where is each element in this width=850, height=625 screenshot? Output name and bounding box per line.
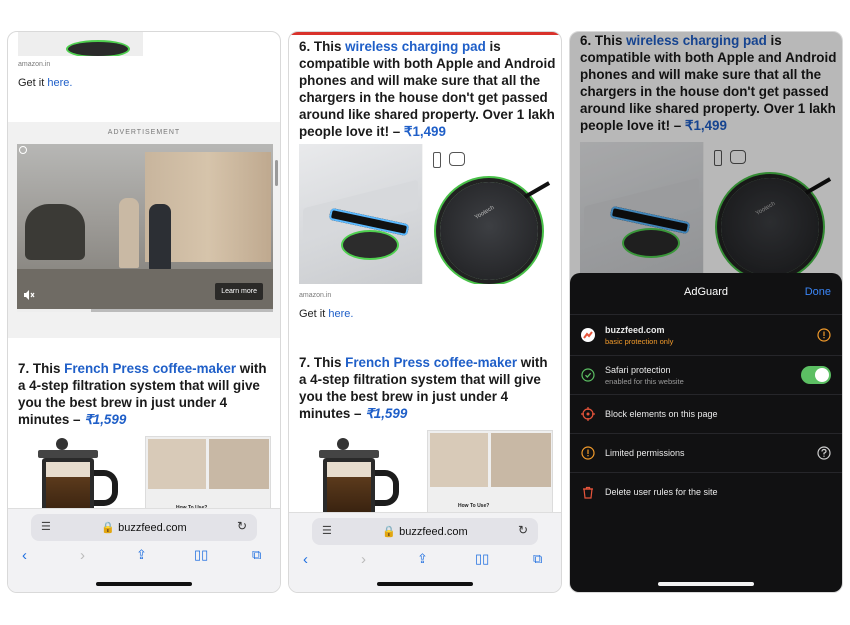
french-press-image [18, 436, 143, 516]
item-6-price[interactable]: ₹1,499 [404, 124, 446, 139]
safari-protection-title: Safari protection [605, 365, 671, 375]
limited-permissions-label: Limited permissions [605, 448, 685, 458]
item-7-number: 7. This [299, 355, 346, 370]
get-it-text: Get it [18, 77, 48, 89]
item-7-link[interactable]: French Press coffee-maker [345, 355, 517, 370]
url-text: buzzfeed.com [399, 526, 468, 538]
safari-protection-row[interactable]: Safari protection enabled for this websi… [570, 355, 842, 394]
back-icon[interactable]: ‹ [22, 547, 27, 564]
french-press-image [299, 430, 423, 514]
address-text: 🔒 buzzfeed.com [101, 522, 187, 534]
home-indicator [96, 582, 192, 586]
adguard-title: AdGuard [683, 286, 729, 298]
ad-video[interactable]: Learn more [17, 144, 273, 309]
url-text: buzzfeed.com [118, 522, 187, 534]
item-6-link[interactable]: wireless charging pad [345, 39, 486, 54]
forward-icon[interactable]: › [361, 551, 366, 568]
top-red-strip [289, 32, 561, 35]
help-icon[interactable] [817, 446, 831, 465]
site-status: basic protection only [605, 337, 674, 346]
warning-info-icon[interactable] [817, 328, 831, 347]
home-indicator [377, 582, 473, 586]
bookmarks-icon[interactable]: ▯▯ [475, 551, 489, 567]
product-image-top [18, 32, 143, 56]
address-bar[interactable]: ☰ 🔒 buzzfeed.com ↻ [312, 518, 538, 545]
done-button[interactable]: Done [805, 286, 831, 298]
site-row[interactable]: buzzfeed.com basic protection only [570, 314, 842, 355]
usage-tutorial-image: How To Use? [145, 436, 271, 516]
block-elements-label: Block elements on this page [605, 409, 718, 419]
home-indicator [658, 582, 754, 586]
address-text: 🔒 buzzfeed.com [382, 526, 468, 538]
item-7-number: 7. This [18, 361, 65, 376]
safari-screen-ad-visible: amazon.in Get it here. ADVERTISEMENT Lea… [7, 31, 281, 593]
site-name: buzzfeed.com [605, 325, 665, 335]
item-7-heading: 7. This French Press coffee-maker with a… [299, 354, 555, 422]
share-icon[interactable]: ⇪ [417, 551, 428, 567]
bookmarks-icon[interactable]: ▯▯ [194, 547, 208, 563]
site-favicon-icon [581, 328, 595, 342]
charging-pad-image-in-use [299, 144, 423, 284]
charging-pad [440, 182, 538, 280]
mute-icon[interactable] [23, 289, 35, 301]
advertisement-area: ADVERTISEMENT Learn more [8, 122, 280, 338]
safari-screen-ad-blocked: 6. This wireless charging pad is compati… [288, 31, 562, 593]
block-elements-row[interactable]: Block elements on this page [570, 394, 842, 433]
adguard-sheet: AdGuard Done buzzfeed.com basic protecti… [570, 273, 842, 592]
get-it-line: Get it here. [299, 308, 353, 320]
scroll-indicator[interactable] [275, 160, 278, 186]
tabs-icon[interactable]: ⧉ [533, 551, 542, 567]
safari-bottom-bar: ☰ 🔒 buzzfeed.com ↻ ‹ › ⇪ ▯▯ ⧉ [289, 512, 561, 592]
reload-icon[interactable]: ↻ [518, 523, 528, 537]
advertisement-label: ADVERTISEMENT [107, 129, 181, 136]
image-source: amazon.in [18, 61, 51, 68]
item-6-heading: 6. This wireless charging pad is compati… [299, 38, 557, 140]
limited-permissions-row[interactable]: Limited permissions [570, 433, 842, 472]
shield-check-icon [581, 368, 595, 382]
usage-tutorial-image: How To Use? [427, 430, 553, 514]
safari-protection-toggle[interactable] [801, 366, 831, 384]
page-menu-icon[interactable]: ☰ [41, 520, 51, 533]
share-icon[interactable]: ⇪ [136, 547, 147, 563]
safari-bottom-bar: ☰ 🔒 buzzfeed.com ↻ ‹ › ⇪ ▯▯ ⧉ [8, 508, 280, 592]
page-menu-icon[interactable]: ☰ [322, 524, 332, 537]
item-7-price[interactable]: ₹1,599 [84, 412, 126, 427]
tutorial-label: How To Use? [458, 503, 490, 509]
tabs-icon[interactable]: ⧉ [252, 547, 261, 563]
delete-rules-row[interactable]: Delete user rules for the site [570, 472, 842, 511]
info-icon [581, 446, 595, 460]
reload-icon[interactable]: ↻ [237, 519, 247, 533]
ad-info-icon[interactable] [19, 146, 27, 154]
get-it-line: Get it here. [18, 77, 72, 89]
get-it-link[interactable]: here. [328, 308, 353, 320]
get-it-link[interactable]: here. [47, 77, 72, 89]
back-icon[interactable]: ‹ [303, 551, 308, 568]
charging-pad-image-product: Yootech [427, 144, 553, 284]
item-7-heading: 7. This French Press coffee-maker with a… [18, 360, 274, 428]
adguard-action-sheet-screen: 6. This wireless charging pad is compati… [569, 31, 843, 593]
item-6-number: 6. This [299, 39, 346, 54]
ad-progress-bar [17, 309, 273, 312]
crosshair-icon [581, 407, 595, 421]
item-7-price[interactable]: ₹1,599 [365, 406, 407, 421]
safari-toolbar: ‹ › ⇪ ▯▯ ⧉ [289, 551, 561, 575]
get-it-text: Get it [299, 308, 329, 320]
image-source: amazon.in [299, 292, 332, 299]
forward-icon[interactable]: › [80, 547, 85, 564]
delete-rules-label: Delete user rules for the site [605, 487, 718, 497]
item-7-link[interactable]: French Press coffee-maker [64, 361, 236, 376]
address-bar[interactable]: ☰ 🔒 buzzfeed.com ↻ [31, 514, 257, 541]
safari-toolbar: ‹ › ⇪ ▯▯ ⧉ [8, 547, 280, 571]
trash-icon [581, 485, 595, 499]
learn-more-button[interactable]: Learn more [215, 283, 263, 300]
safari-protection-subtitle: enabled for this website [605, 377, 684, 386]
